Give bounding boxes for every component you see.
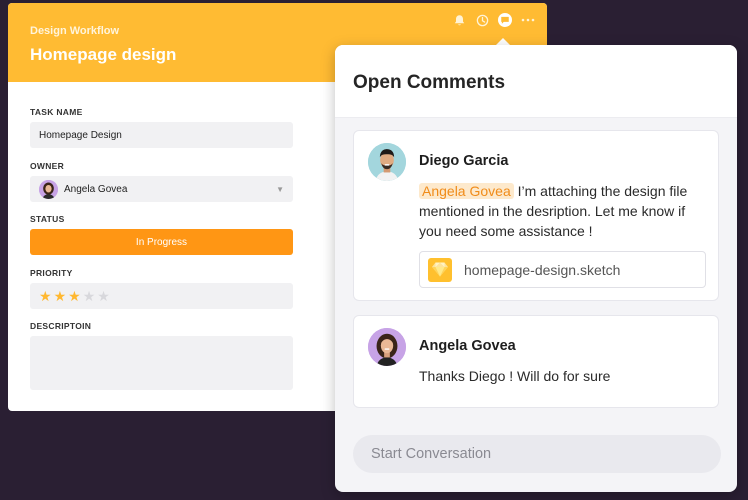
more-icon[interactable] [521,13,535,27]
task-name-value: Homepage Design [39,129,122,141]
owner-field: OWNER Angela Govea ▼ [30,161,293,202]
comment-author: Angela Govea [419,338,516,354]
star-filled-icon[interactable]: ★ [39,289,52,303]
status-label: STATUS [30,214,65,224]
avatar [368,143,406,181]
comment-text: Angela Govea I’m attaching the design fi… [419,181,709,241]
clock-icon[interactable] [475,13,489,27]
comment-body: Thanks Diego ! Will do for sure [419,368,611,384]
priority-field: PRIORITY ★ ★ ★ ★ ★ [30,268,293,309]
attachment-name: homepage-design.sketch [464,261,621,278]
avatar [368,328,406,366]
task-name-input[interactable]: Homepage Design [30,122,293,148]
bell-icon[interactable] [452,13,466,27]
comments-panel: Open Comments Diego Garcia Angela Govea … [335,45,737,492]
comment-author: Diego Garcia [419,153,509,169]
mention-tag[interactable]: Angela Govea [419,183,514,199]
chevron-down-icon: ▼ [276,184,284,194]
comment-icon[interactable] [498,13,512,27]
comment-card: Angela Govea Thanks Diego ! Will do for … [353,315,719,408]
sketch-file-icon [428,257,452,282]
star-rating: ★ ★ ★ ★ ★ [39,289,110,303]
start-conversation-input[interactable]: Start Conversation [353,435,721,473]
status-button[interactable]: In Progress [30,229,293,255]
star-empty-icon[interactable]: ★ [83,289,96,303]
workflow-label: Design Workflow [30,25,120,37]
description-input[interactable] [30,336,293,390]
owner-select[interactable]: Angela Govea ▼ [30,176,293,202]
owner-value: Angela Govea [64,183,128,195]
description-field: DESCRIPTOIN [30,321,293,390]
comments-title: Open Comments [335,45,737,118]
task-name-label: TASK NAME [30,107,83,117]
star-filled-icon[interactable]: ★ [68,289,81,303]
priority-label: PRIORITY [30,268,73,278]
attachment[interactable]: homepage-design.sketch [419,251,706,288]
header-toolbar [452,13,535,27]
owner-label: OWNER [30,161,65,171]
comment-card: Diego Garcia Angela Govea I’m attaching … [353,130,719,301]
task-name-field: TASK NAME Homepage Design [30,107,293,148]
status-field: STATUS In Progress [30,214,293,255]
star-filled-icon[interactable]: ★ [54,289,67,303]
description-label: DESCRIPTOIN [30,321,92,331]
priority-rating[interactable]: ★ ★ ★ ★ ★ [30,283,293,309]
star-empty-icon[interactable]: ★ [97,289,110,303]
owner-avatar [39,179,58,199]
